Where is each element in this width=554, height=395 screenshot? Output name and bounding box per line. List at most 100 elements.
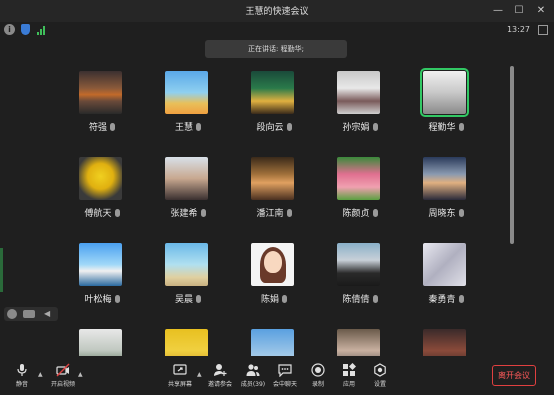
mic-icon — [458, 295, 464, 303]
participant-avatar — [251, 157, 294, 200]
participant-avatar — [337, 329, 380, 356]
participant-avatar — [423, 329, 466, 356]
mic-icon — [458, 123, 464, 131]
speaking-banner: 正在讲话: 程勤华; — [205, 40, 347, 58]
microphone-icon — [15, 362, 29, 376]
participant-avatar — [251, 71, 294, 114]
maximize-button[interactable]: ☐ — [511, 3, 527, 19]
side-panel-edge[interactable] — [0, 248, 3, 292]
chat-button[interactable]: 会中聊天 — [271, 362, 299, 388]
mic-icon — [372, 295, 378, 303]
participant-name: 陈颜贞 — [342, 209, 370, 219]
chat-icon — [278, 362, 292, 378]
share-options-caret[interactable]: ▲ — [197, 371, 202, 378]
meeting-toolbar: 静音 ▲ 开启视频 ▲ 共享屏幕 ▲ 邀请参会 成员(39) 会中聊天 录制 应… — [0, 358, 554, 395]
mic-icon — [282, 295, 287, 303]
participant-tile[interactable]: 张建希 — [142, 156, 234, 228]
start-video-button[interactable]: 开启视频 — [48, 362, 78, 388]
participant-name: 陈倩倩 — [342, 295, 370, 305]
participant-avatar — [79, 329, 122, 356]
participant-avatar — [423, 243, 466, 286]
apps-icon — [342, 362, 357, 376]
participant-name: 陈娟 — [260, 295, 279, 305]
participant-avatar — [423, 157, 466, 200]
record-icon — [311, 362, 325, 377]
participant-tile[interactable]: 傅航天 — [56, 156, 148, 228]
participant-tile[interactable]: 陈颜贞 — [314, 156, 406, 228]
participant-tile[interactable] — [228, 328, 320, 356]
settings-button[interactable]: 设置 — [368, 362, 392, 388]
participant-tile[interactable] — [400, 328, 492, 356]
mute-button[interactable]: 静音 — [10, 362, 34, 388]
participant-avatar — [251, 243, 294, 286]
info-icon[interactable]: i — [4, 24, 15, 35]
participant-name: 吴晨 — [174, 295, 193, 305]
participant-tile[interactable] — [314, 328, 406, 356]
participant-avatar — [165, 71, 208, 114]
participant-avatar — [165, 243, 208, 286]
collapse-arrow-icon[interactable]: ◀ — [44, 310, 50, 318]
mic-icon — [114, 295, 120, 303]
mute-options-caret[interactable]: ▲ — [38, 371, 43, 378]
participant-tile[interactable]: 陈娟 — [228, 242, 320, 314]
participant-avatar — [79, 157, 122, 200]
mic-icon — [372, 123, 378, 131]
participant-name: 叶松梅 — [84, 295, 112, 305]
shield-icon[interactable] — [21, 24, 30, 35]
participant-name: 周晓东 — [428, 209, 456, 219]
apps-button[interactable]: 应用 — [337, 362, 361, 388]
floating-controls: ◀ — [4, 307, 58, 321]
participant-name: 段向云 — [256, 123, 284, 133]
participant-scrollbar[interactable] — [510, 66, 514, 244]
mic-icon — [200, 209, 206, 217]
participant-name: 程勤华 — [428, 123, 456, 133]
video-options-caret[interactable]: ▲ — [78, 371, 83, 378]
gear-icon — [373, 362, 387, 377]
participant-avatar — [337, 157, 380, 200]
title-bar: 王慧的快速会议 — ☐ ✕ — [0, 0, 554, 22]
cartoon-face — [264, 251, 282, 273]
participant-name: 张建希 — [170, 209, 198, 219]
participant-name: 孙宗娟 — [342, 123, 370, 133]
caption-icon[interactable] — [23, 310, 35, 318]
signal-icon[interactable] — [37, 25, 47, 35]
fullscreen-icon[interactable] — [538, 25, 548, 35]
leave-meeting-button[interactable]: 离开会议 — [492, 365, 536, 386]
record-button[interactable]: 录制 — [306, 362, 330, 388]
participant-tile[interactable]: 潘江南 — [228, 156, 320, 228]
participant-name: 潘江南 — [256, 209, 284, 219]
mic-icon — [196, 295, 201, 303]
participant-tile[interactable]: 王慧 — [142, 70, 234, 142]
invite-button[interactable]: 邀请参会 — [205, 362, 235, 388]
participant-tile[interactable]: 陈倩倩 — [314, 242, 406, 314]
share-screen-icon — [173, 362, 187, 376]
members-button[interactable]: 成员(39) — [238, 362, 268, 388]
minimize-button[interactable]: — — [490, 3, 506, 19]
mic-indicator-icon[interactable] — [7, 309, 17, 319]
participant-tile[interactable]: 周晓东 — [400, 156, 492, 228]
participant-tile[interactable]: 程勤华 — [400, 68, 492, 142]
participant-tile[interactable] — [142, 328, 234, 356]
info-strip: i 13:27 — [0, 22, 554, 38]
participant-avatar-active-speaker — [420, 68, 469, 117]
participant-avatar — [165, 157, 208, 200]
window-title: 王慧的快速会议 — [245, 7, 309, 17]
participant-tile[interactable]: 符强 — [56, 70, 148, 142]
share-screen-button[interactable]: 共享屏幕 — [166, 362, 194, 388]
participant-avatar — [251, 329, 294, 356]
participant-name: 符强 — [88, 123, 107, 133]
camera-off-icon — [56, 362, 70, 377]
participant-tile[interactable]: 段向云 — [228, 70, 320, 142]
participant-tile[interactable] — [56, 328, 148, 356]
participant-tile[interactable]: 秦勇青 — [400, 242, 492, 314]
mic-icon — [110, 123, 115, 131]
participant-avatar — [337, 71, 380, 114]
participant-avatar — [337, 243, 380, 286]
participant-tile[interactable]: 叶松梅 — [56, 242, 148, 314]
close-button[interactable]: ✕ — [533, 3, 549, 19]
meeting-clock: 13:27 — [506, 25, 530, 34]
mic-icon — [196, 123, 201, 131]
participant-tile[interactable]: 孙宗娟 — [314, 70, 406, 142]
mic-icon — [286, 123, 292, 131]
participant-tile[interactable]: 吴晨 — [142, 242, 234, 314]
